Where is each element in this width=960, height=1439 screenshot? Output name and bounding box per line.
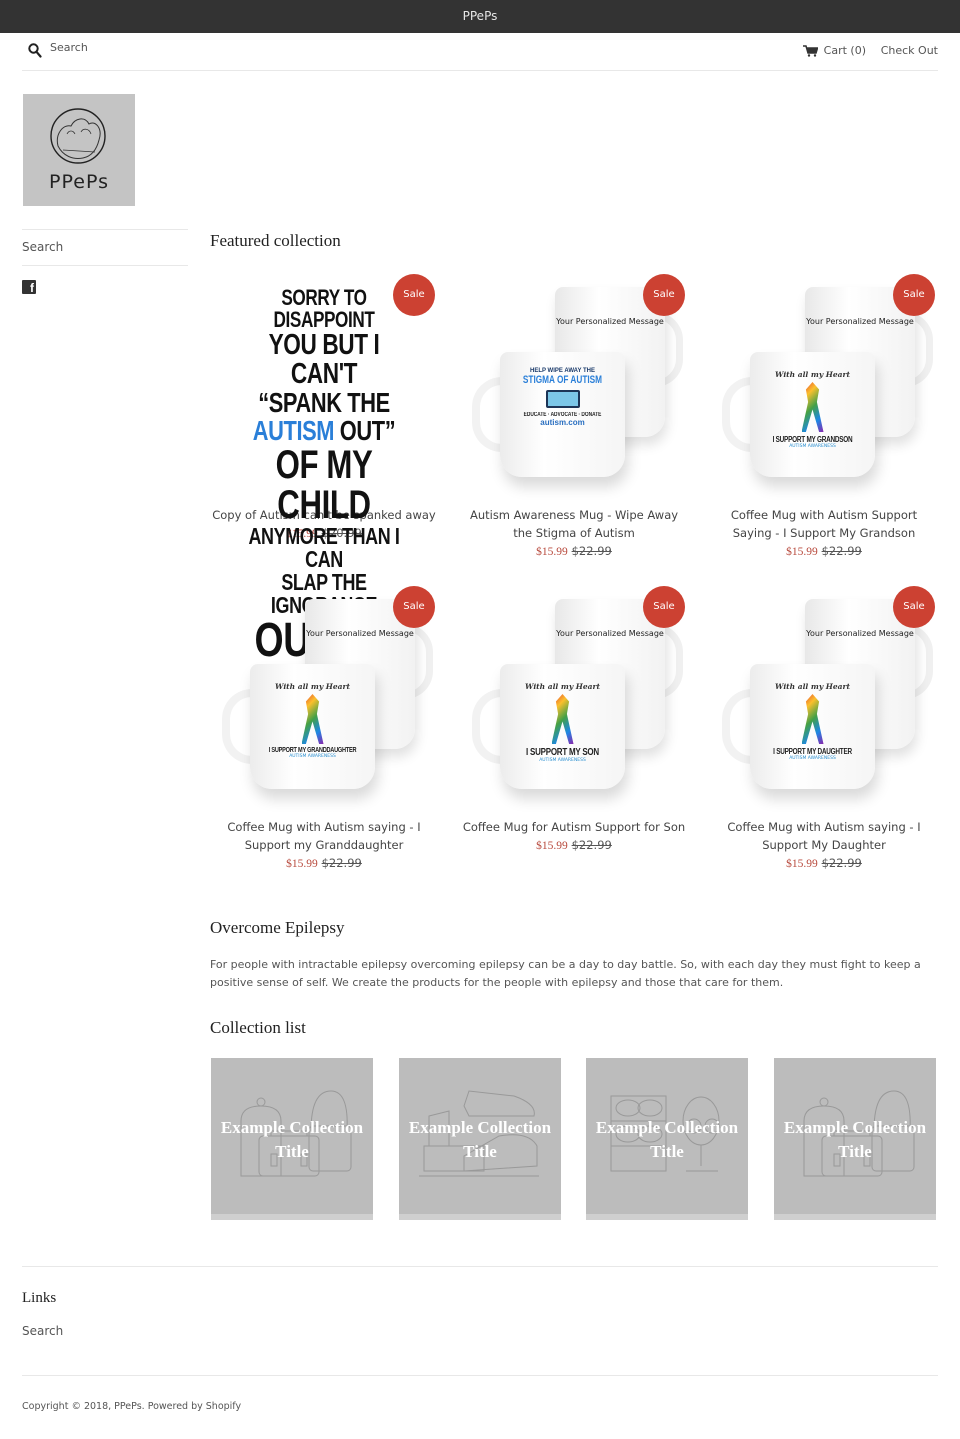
footer-link-search[interactable]: Search [22,1324,63,1338]
sale-badge: Sale [393,586,435,628]
cart-icon [802,44,818,57]
collection-card[interactable]: Example Collection Title [211,1058,373,1220]
mug-front: With all my Heart I SUPPORT MY GRANDSON … [750,352,875,477]
cart-label: Cart (0) [823,44,866,57]
sale-badge: Sale [393,274,435,316]
product-prices: $15.99 $22.99 [460,542,688,561]
copyright-text: Copyright © 2018, PPePs. Powered by Shop… [22,1401,242,1412]
product-title[interactable]: Coffee Mug with Autism saying - I Suppor… [710,818,938,854]
product-card[interactable]: Your Personalized Message With all my He… [460,579,688,855]
about-title: Overcome Epilepsy [210,918,345,937]
about-text: For people with intractable epilepsy ove… [210,958,921,989]
site-header: Cart (0) Check Out [22,33,938,71]
sale-badge: Sale [893,586,935,628]
product-prices: $15.99 $22.99 [210,854,438,873]
logo-dogs-emblem: PPePs [49,108,109,193]
facebook-icon[interactable]: f [22,280,36,295]
sidebar-item-search[interactable]: Search [22,229,188,266]
mug-front: HELP WIPE AWAY THE STIGMA OF AUTISM EDUC… [500,352,625,477]
footer-divider [22,1266,938,1267]
mug-front: With all my Heart I SUPPORT MY DAUGHTER … [750,664,875,789]
sale-price: $15.99 [786,546,818,558]
original-price: $22.99 [821,544,862,558]
announcement-bar: PPePs [0,0,960,33]
search-icon[interactable] [28,43,42,59]
mug-front: With all my Heart I SUPPORT MY GRANDDAUG… [250,664,375,789]
original-price: $22.99 [571,544,612,558]
awareness-ribbon-icon [801,382,824,432]
cart-link[interactable]: Cart (0) [802,44,866,57]
product-title[interactable]: Coffee Mug with Autism saying - I Suppor… [210,818,438,854]
product-card[interactable]: Your Personalized Message With all my He… [710,579,938,873]
mug-front: With all my Heart I SUPPORT MY SON AUTIS… [500,664,625,789]
collection-title[interactable]: Example Collection Title [211,1116,373,1164]
original-price: $22.99 [321,856,362,870]
product-image[interactable]: Your Personalized Message HELP WIPE AWAY… [460,267,688,492]
sale-price: $15.99 [286,858,318,870]
featured-collection-title: Featured collection [210,231,341,250]
footer-links-title: Links [22,1290,57,1306]
sale-price: $15.99 [786,858,818,870]
original-price: $22.99 [821,856,862,870]
awareness-ribbon-icon [801,694,824,744]
product-image[interactable]: Your Personalized Message With all my He… [710,267,938,492]
product-title[interactable]: Autism Awareness Mug - Wipe Away the Sti… [460,506,688,542]
sale-price: $15.99 [536,840,568,852]
product-prices: $15.99 $22.99 [710,854,938,873]
svg-text:PPePs: PPePs [49,171,109,193]
checkout-link[interactable]: Check Out [881,44,938,57]
sale-price: $15.99 [536,546,568,558]
original-price: $22.99 [571,838,612,852]
product-prices: $15.99 $22.99 [460,836,688,855]
collection-title[interactable]: Example Collection Title [586,1116,748,1164]
product-card[interactable]: SORRY TO DISAPPOINT YOU BUT I CAN'T “SPA… [210,267,438,713]
collection-card[interactable]: Example Collection Title [774,1058,936,1220]
awareness-ribbon-icon [301,694,324,744]
product-card[interactable]: Your Personalized Message With all my He… [210,579,438,873]
product-prices: $15.99 $22.99 [710,542,938,561]
product-image[interactable]: SORRY TO DISAPPOINT YOU BUT I CAN'T “SPA… [210,267,438,713]
product-card[interactable]: Your Personalized Message HELP WIPE AWAY… [460,267,688,561]
sale-badge: Sale [643,274,685,316]
collection-card[interactable]: Example Collection Title [586,1058,748,1220]
product-title[interactable]: Coffee Mug for Autism Support for Son [460,818,688,836]
product-image[interactable]: Your Personalized Message With all my He… [710,579,938,804]
collection-title[interactable]: Example Collection Title [399,1116,561,1164]
footer-divider [22,1375,938,1376]
store-logo[interactable]: PPePs [23,94,135,206]
announcement-text: PPePs [462,9,498,23]
product-card[interactable]: Your Personalized Message With all my He… [710,267,938,561]
search-input[interactable] [50,41,250,54]
sale-badge: Sale [643,586,685,628]
collection-list-title: Collection list [210,1018,306,1037]
product-image[interactable]: Your Personalized Message With all my He… [460,579,688,804]
product-title[interactable]: Coffee Mug with Autism Support Saying - … [710,506,938,542]
sidebar: Search f [22,229,188,295]
sale-badge: Sale [893,274,935,316]
product-image[interactable]: Your Personalized Message With all my He… [210,579,438,804]
collection-title[interactable]: Example Collection Title [774,1116,936,1164]
collection-card[interactable]: Example Collection Title [399,1058,561,1220]
awareness-ribbon-icon [551,694,574,744]
